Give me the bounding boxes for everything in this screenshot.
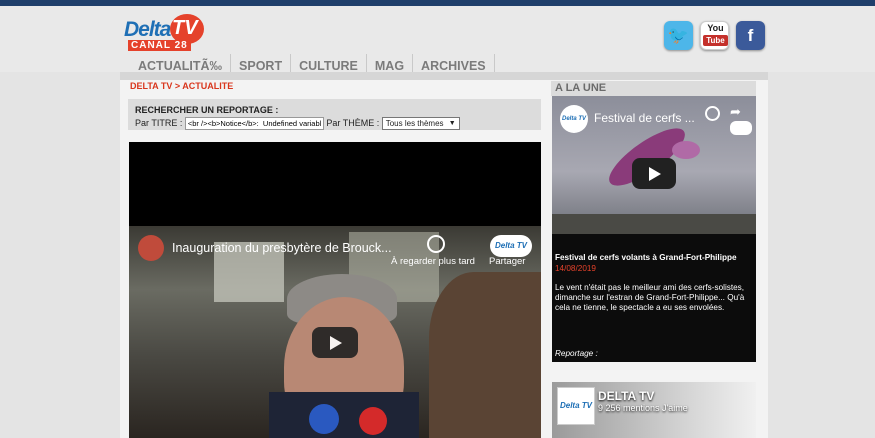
facebook-page-logo[interactable]: Delta TV xyxy=(557,387,595,425)
facebook-widget[interactable]: Delta TV DELTA TV 9 256 mentions J'aime xyxy=(552,382,756,438)
clock-icon[interactable] xyxy=(427,235,445,253)
clock-icon[interactable] xyxy=(705,106,720,121)
play-icon[interactable] xyxy=(632,158,676,189)
article-date: 14/08/2019 xyxy=(555,264,596,273)
logo-delta: Delta xyxy=(124,18,171,41)
twitter-icon[interactable]: 🐦 xyxy=(664,21,693,50)
facebook-icon[interactable]: f xyxy=(736,21,765,50)
facebook-page-name[interactable]: DELTA TV xyxy=(598,389,654,403)
main-video-player[interactable]: Inauguration du presbytère de Brouck... … xyxy=(129,142,541,438)
youtube-icon[interactable]: You Tube xyxy=(700,21,729,50)
chevron-down-icon: ▼ xyxy=(448,120,456,127)
sidebar-article: Festival de cerfs volants à Grand-Fort-P… xyxy=(552,234,756,362)
share-label[interactable]: Partager xyxy=(489,256,525,267)
search-box: RECHERCHER UN REPORTAGE : Par TITRE : Pa… xyxy=(128,99,541,130)
watch-later-label[interactable]: À regarder plus tard xyxy=(391,256,475,267)
sidebar-channel-logo xyxy=(730,121,752,135)
sidebar-video-title[interactable]: Festival de cerfs ... xyxy=(594,111,695,125)
sidebar-channel-avatar[interactable]: Delta TV xyxy=(560,105,588,133)
site-header: Delta TV CANAL 28 🐦 You Tube f ACTUALITÃ… xyxy=(0,6,875,76)
video-title[interactable]: Inauguration du presbytère de Brouck... xyxy=(172,241,392,255)
article-title[interactable]: Festival de cerfs volants à Grand-Fort-P… xyxy=(555,253,737,262)
channel-logo: Delta TV xyxy=(490,235,532,257)
play-icon[interactable] xyxy=(312,327,358,358)
article-reportage: Reportage : xyxy=(555,349,598,358)
share-icon[interactable]: ➦ xyxy=(730,104,741,120)
breadcrumb[interactable]: DELTA TV > ACTUALITE xyxy=(130,81,233,91)
article-text: Le vent n'était pas le meilleur ami des … xyxy=(555,283,745,312)
channel-avatar[interactable] xyxy=(138,235,164,261)
facebook-likes: 9 256 mentions J'aime xyxy=(598,403,688,413)
search-title: RECHERCHER UN REPORTAGE : xyxy=(135,105,279,115)
logo-tv: TV xyxy=(172,17,198,39)
sidebar-video-player[interactable]: Delta TV Festival de cerfs ... ➦ xyxy=(552,96,756,234)
search-theme-label: Par THÈME xyxy=(326,117,375,128)
site-logo[interactable]: Delta TV CANAL 28 xyxy=(122,14,212,56)
search-title-input[interactable] xyxy=(184,117,324,130)
logo-canal: CANAL 28 xyxy=(128,40,191,51)
search-title-label: Par TITRE xyxy=(135,117,178,128)
theme-select[interactable]: Tous les thèmes ▼ xyxy=(381,117,460,130)
sidebar-heading: A LA UNE xyxy=(551,81,756,96)
